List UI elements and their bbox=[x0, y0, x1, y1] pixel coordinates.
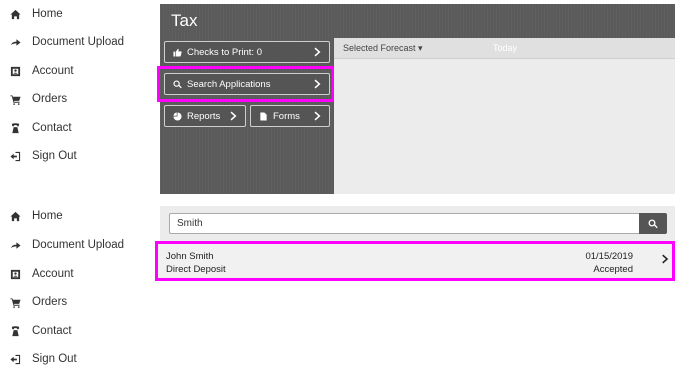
reports-label: Reports bbox=[187, 110, 221, 122]
nav-item-document-upload[interactable]: Document Upload bbox=[0, 235, 150, 255]
nav-item-label: Orders bbox=[32, 296, 68, 308]
nav-item-document-upload[interactable]: Document Upload bbox=[0, 32, 150, 52]
search-applications-button[interactable]: Search Applications bbox=[164, 73, 330, 95]
phone-icon bbox=[9, 325, 21, 337]
search-input[interactable] bbox=[169, 213, 640, 234]
today-label: Today bbox=[493, 43, 518, 53]
chevron-right-icon bbox=[314, 79, 322, 89]
nav-item-orders[interactable]: Orders bbox=[0, 292, 150, 312]
chevron-right-icon bbox=[314, 111, 322, 121]
search-bar bbox=[160, 206, 675, 242]
thumbs-up-icon bbox=[173, 48, 182, 57]
nav-item-label: Sign Out bbox=[32, 353, 77, 365]
forms-button[interactable]: Forms bbox=[250, 105, 330, 127]
result-payment-method: Direct Deposit bbox=[166, 264, 226, 275]
nav-item-orders[interactable]: Orders bbox=[0, 89, 150, 109]
home-icon bbox=[9, 8, 21, 20]
nav-item-label: Account bbox=[32, 268, 74, 280]
result-date: 01/15/2019 bbox=[585, 251, 633, 262]
chevron-right-icon bbox=[314, 47, 322, 57]
home-icon bbox=[9, 210, 21, 222]
phone-icon bbox=[9, 122, 21, 134]
account-icon bbox=[9, 65, 21, 77]
arrow-right-icon bbox=[9, 36, 21, 48]
result-name: John Smith bbox=[166, 251, 214, 262]
nav-item-label: Sign Out bbox=[32, 150, 77, 162]
search-icon bbox=[173, 79, 182, 89]
nav-item-account[interactable]: Account bbox=[0, 61, 150, 81]
forecast-panel: Selected Forecast ▾ Today bbox=[334, 38, 675, 194]
nav-item-label: Document Upload bbox=[32, 239, 125, 251]
result-status: Accepted bbox=[593, 264, 633, 275]
nav-item-label: Document Upload bbox=[32, 36, 125, 48]
chevron-right-icon bbox=[662, 251, 669, 264]
nav-item-label: Orders bbox=[32, 93, 68, 105]
nav-item-label: Home bbox=[32, 210, 63, 222]
nav-item-sign-out[interactable]: Sign Out bbox=[0, 349, 150, 368]
account-icon bbox=[9, 268, 21, 280]
search-result-row[interactable]: John Smith Direct Deposit 01/15/2019 Acc… bbox=[155, 241, 675, 281]
arrow-right-icon bbox=[9, 239, 21, 251]
forms-label: Forms bbox=[273, 110, 300, 122]
nav-item-label: Account bbox=[32, 65, 74, 77]
nav-item-label: Contact bbox=[32, 325, 72, 337]
chevron-right-icon bbox=[230, 111, 238, 121]
selected-forecast-dropdown[interactable]: Selected Forecast ▾ bbox=[343, 43, 423, 54]
pie-chart-icon bbox=[173, 111, 182, 121]
page-title: Tax bbox=[171, 11, 198, 30]
checks-to-print-label: Checks to Print: 0 bbox=[187, 46, 262, 58]
nav-item-contact[interactable]: Contact bbox=[0, 118, 150, 138]
reports-button[interactable]: Reports bbox=[164, 105, 246, 127]
checks-to-print-button[interactable]: Checks to Print: 0 bbox=[164, 41, 330, 63]
nav-item-home[interactable]: Home bbox=[0, 4, 150, 24]
file-icon bbox=[259, 111, 268, 121]
cart-icon bbox=[9, 296, 21, 308]
search-applications-label: Search Applications bbox=[187, 78, 271, 90]
search-icon bbox=[648, 219, 658, 229]
nav-item-account[interactable]: Account bbox=[0, 264, 150, 284]
nav-item-contact[interactable]: Contact bbox=[0, 321, 150, 341]
cart-icon bbox=[9, 93, 21, 105]
nav-item-label: Contact bbox=[32, 122, 72, 134]
nav-item-sign-out[interactable]: Sign Out bbox=[0, 146, 150, 166]
search-button[interactable] bbox=[639, 213, 667, 234]
sign-out-icon bbox=[9, 150, 21, 162]
forecast-header: Selected Forecast ▾ Today bbox=[334, 38, 675, 59]
nav-item-label: Home bbox=[32, 8, 63, 20]
sign-out-icon bbox=[9, 353, 21, 365]
nav-item-home[interactable]: Home bbox=[0, 206, 150, 226]
